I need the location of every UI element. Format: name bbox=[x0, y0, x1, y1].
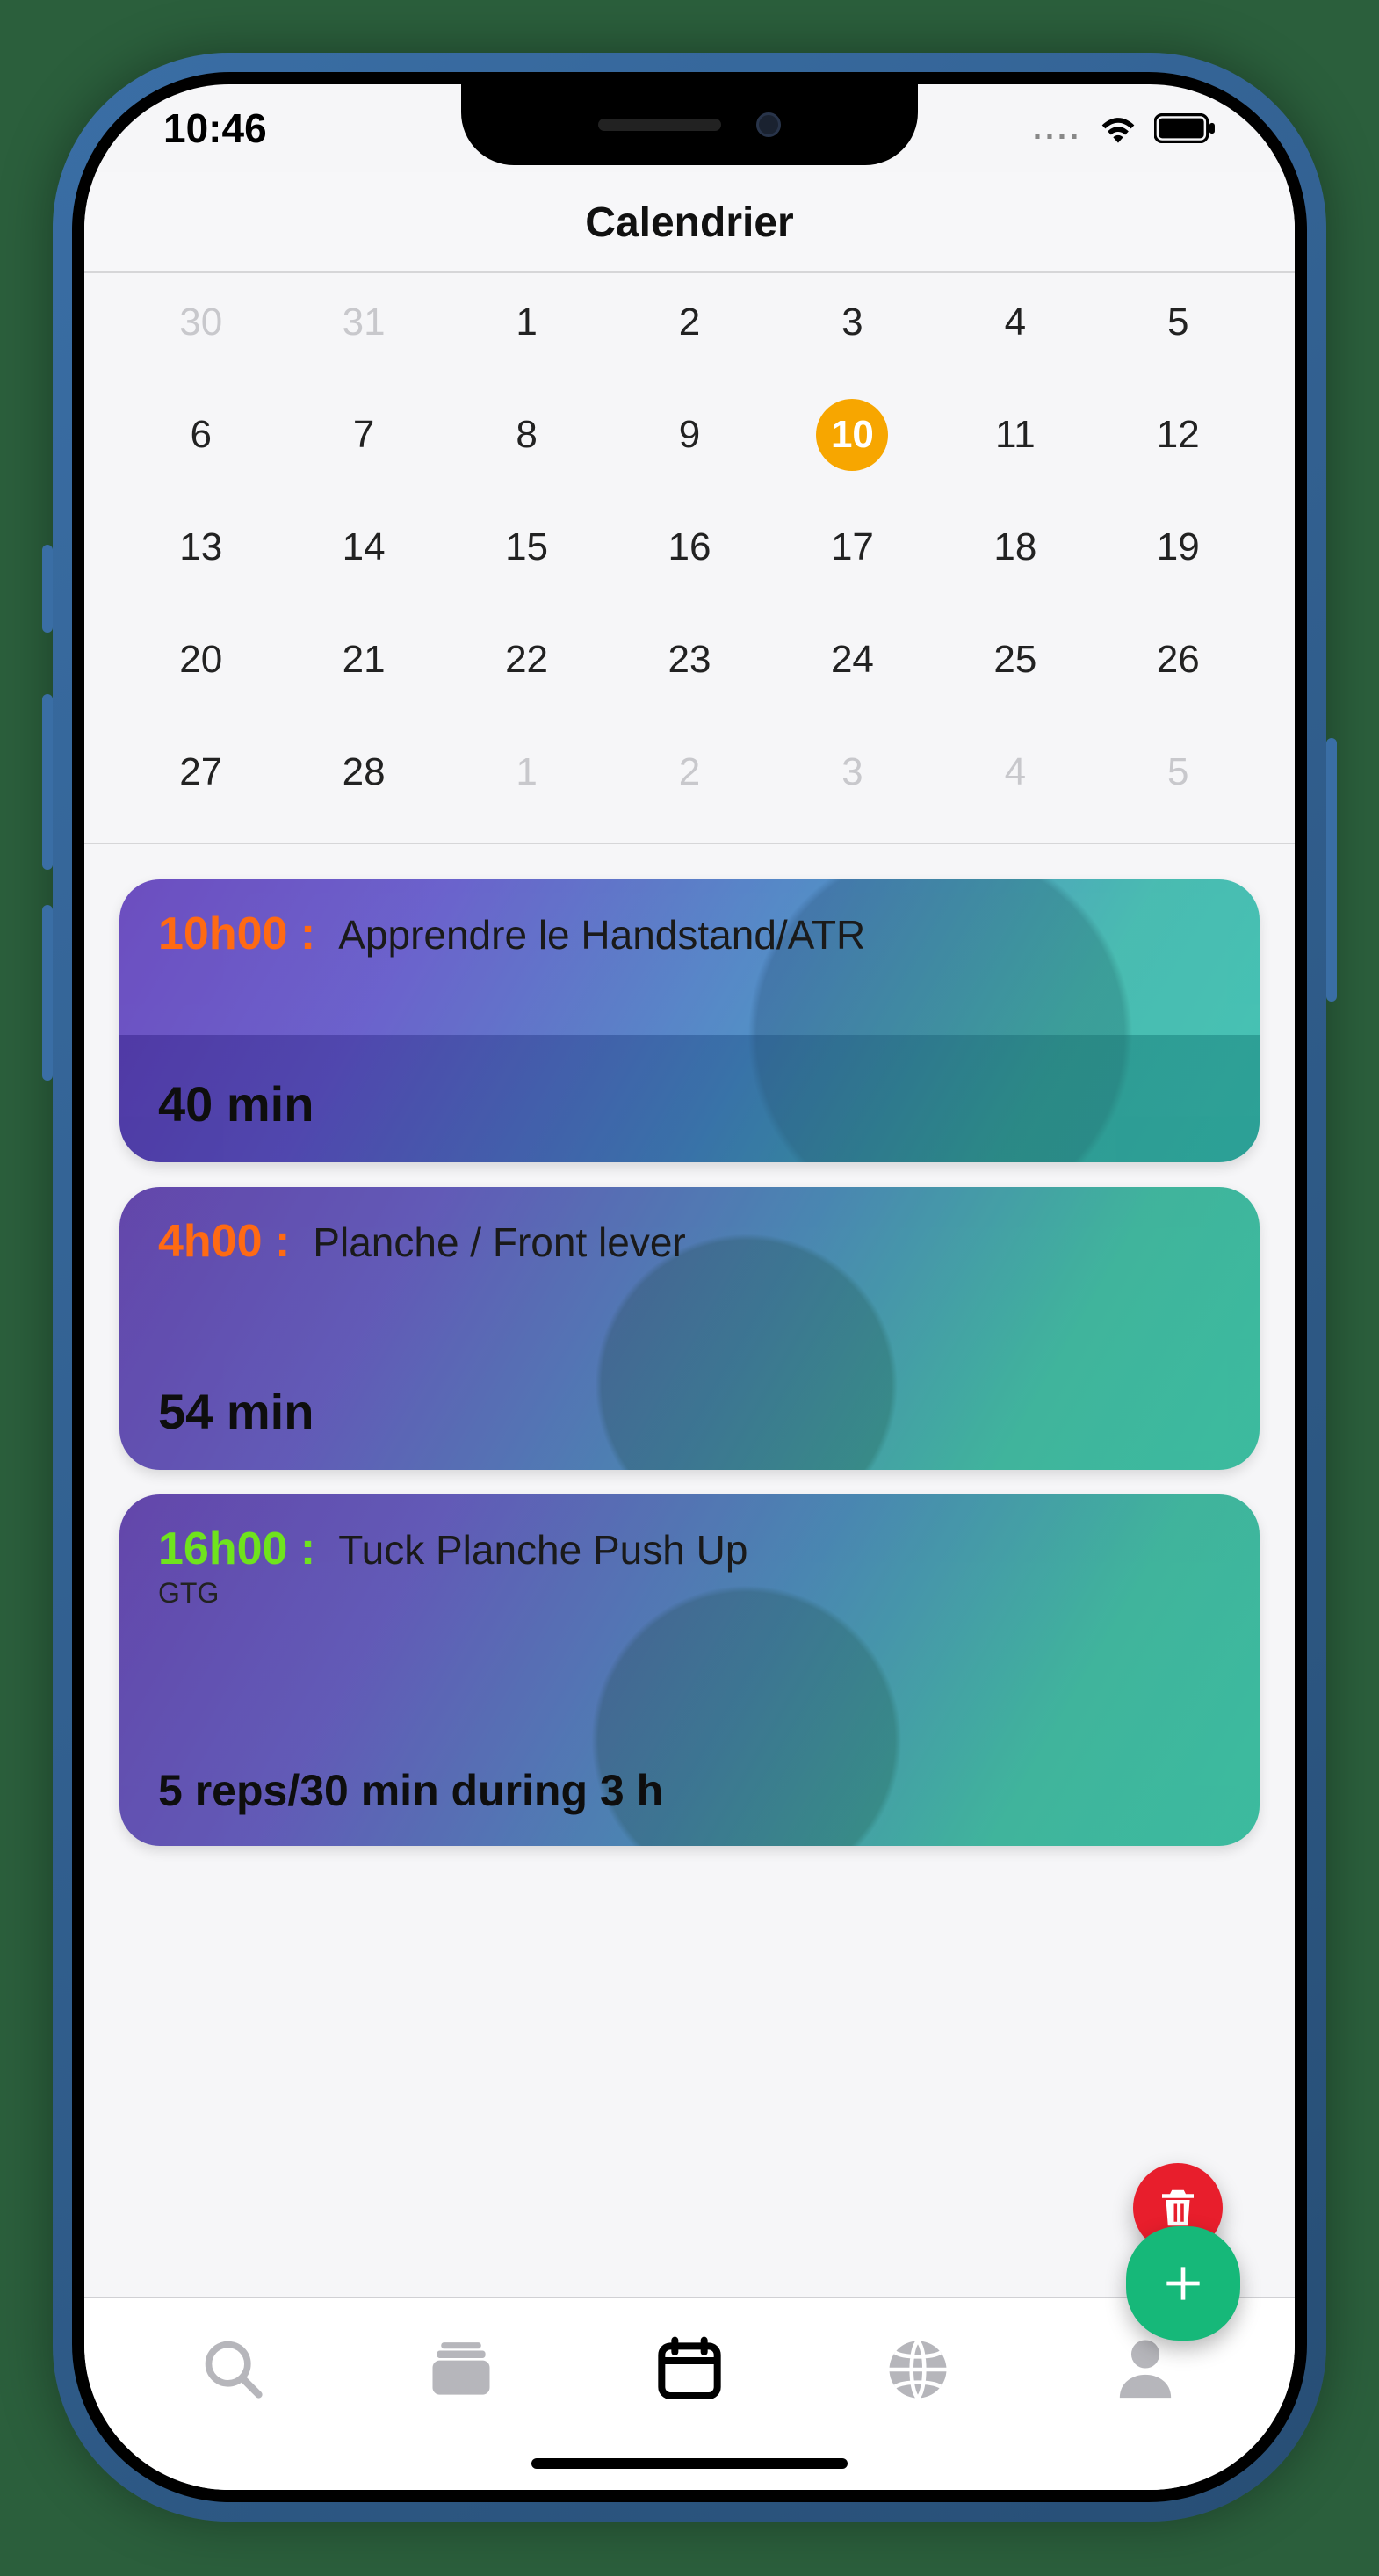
calendar-day[interactable]: 1 bbox=[445, 296, 608, 349]
agenda-card[interactable]: 16h00 : Tuck Planche Push Up GTG 5 reps/… bbox=[119, 1494, 1260, 1846]
page-title: Calendrier bbox=[84, 172, 1295, 273]
event-time: 16h00 : bbox=[158, 1523, 315, 1575]
calendar-day[interactable]: 18 bbox=[934, 521, 1096, 574]
calendar-day[interactable]: 19 bbox=[1097, 521, 1260, 574]
event-title: Apprendre le Handstand/ATR bbox=[338, 911, 865, 959]
calendar-day[interactable]: 28 bbox=[282, 746, 444, 799]
calendar-day[interactable]: 8 bbox=[445, 409, 608, 461]
calendar: 3031123456789101112131415161718192021222… bbox=[84, 273, 1295, 844]
tab-bar bbox=[84, 2297, 1295, 2490]
person-icon bbox=[1115, 2335, 1176, 2404]
calendar-day[interactable]: 16 bbox=[608, 521, 770, 574]
calendar-day[interactable]: 26 bbox=[1097, 633, 1260, 686]
calendar-day[interactable]: 23 bbox=[608, 633, 770, 686]
tab-search[interactable] bbox=[191, 2327, 276, 2412]
calendar-icon bbox=[654, 2334, 725, 2405]
event-duration: 54 min bbox=[158, 1383, 1221, 1445]
plus-icon bbox=[1159, 2259, 1208, 2308]
phone-frame: 10:46 .... Calendrier 30311234567 bbox=[53, 53, 1326, 2522]
calendar-day[interactable]: 4 bbox=[934, 746, 1096, 799]
event-subtitle: GTG bbox=[158, 1577, 1221, 1610]
calendar-day[interactable]: 27 bbox=[119, 746, 282, 799]
calendar-day[interactable]: 5 bbox=[1097, 746, 1260, 799]
tab-calendar[interactable] bbox=[647, 2327, 732, 2412]
event-title: Planche / Front lever bbox=[313, 1219, 685, 1266]
wifi-icon bbox=[1096, 112, 1140, 145]
calendar-day[interactable]: 6 bbox=[119, 409, 282, 461]
globe-icon bbox=[884, 2335, 952, 2404]
add-button[interactable] bbox=[1126, 2226, 1240, 2341]
calendar-day[interactable]: 31 bbox=[282, 296, 444, 349]
calendar-day[interactable]: 1 bbox=[445, 746, 608, 799]
calendar-day[interactable]: 3 bbox=[771, 296, 934, 349]
side-button bbox=[42, 694, 53, 870]
search-icon bbox=[200, 2336, 267, 2403]
calendar-day[interactable]: 3 bbox=[771, 746, 934, 799]
screen: 10:46 .... Calendrier 30311234567 bbox=[84, 84, 1295, 2490]
agenda-card[interactable]: 10h00 : Apprendre le Handstand/ATR 40 mi… bbox=[119, 879, 1260, 1162]
side-button bbox=[1326, 738, 1337, 1002]
calendar-day[interactable]: 5 bbox=[1097, 296, 1260, 349]
calendar-day[interactable]: 17 bbox=[771, 521, 934, 574]
event-title: Tuck Planche Push Up bbox=[338, 1526, 747, 1574]
calendar-day[interactable]: 15 bbox=[445, 521, 608, 574]
trash-icon bbox=[1154, 2184, 1202, 2232]
home-indicator[interactable] bbox=[531, 2458, 848, 2469]
event-time: 4h00 : bbox=[158, 1215, 290, 1268]
calendar-day[interactable]: 11 bbox=[934, 409, 1096, 461]
event-time: 10h00 : bbox=[158, 908, 315, 960]
battery-icon bbox=[1154, 113, 1216, 143]
calendar-day[interactable]: 14 bbox=[282, 521, 444, 574]
side-button bbox=[42, 905, 53, 1081]
calendar-day[interactable]: 24 bbox=[771, 633, 934, 686]
calendar-day[interactable]: 20 bbox=[119, 633, 282, 686]
calendar-day[interactable]: 22 bbox=[445, 633, 608, 686]
calendar-day[interactable]: 21 bbox=[282, 633, 444, 686]
agenda-card[interactable]: 4h00 : Planche / Front lever 54 min bbox=[119, 1187, 1260, 1470]
event-duration: 40 min bbox=[158, 1075, 1221, 1138]
agenda-list: 10h00 : Apprendre le Handstand/ATR 40 mi… bbox=[84, 844, 1295, 2490]
calendar-day[interactable]: 12 bbox=[1097, 409, 1260, 461]
calendar-day[interactable]: 2 bbox=[608, 296, 770, 349]
calendar-day[interactable]: 2 bbox=[608, 746, 770, 799]
calendar-day[interactable]: 10 bbox=[771, 409, 934, 461]
tab-library[interactable] bbox=[419, 2327, 503, 2412]
cellular-dots-icon: .... bbox=[1033, 110, 1082, 147]
calendar-day[interactable]: 13 bbox=[119, 521, 282, 574]
event-duration: 5 reps/30 min during 3 h bbox=[158, 1765, 1221, 1821]
status-time: 10:46 bbox=[163, 105, 267, 152]
calendar-day[interactable]: 25 bbox=[934, 633, 1096, 686]
calendar-day[interactable]: 9 bbox=[608, 409, 770, 461]
calendar-day[interactable]: 4 bbox=[934, 296, 1096, 349]
side-button bbox=[42, 545, 53, 633]
tab-globe[interactable] bbox=[876, 2327, 960, 2412]
calendar-day[interactable]: 30 bbox=[119, 296, 282, 349]
notch bbox=[461, 84, 918, 165]
calendar-day[interactable]: 7 bbox=[282, 409, 444, 461]
stack-icon bbox=[427, 2339, 495, 2400]
